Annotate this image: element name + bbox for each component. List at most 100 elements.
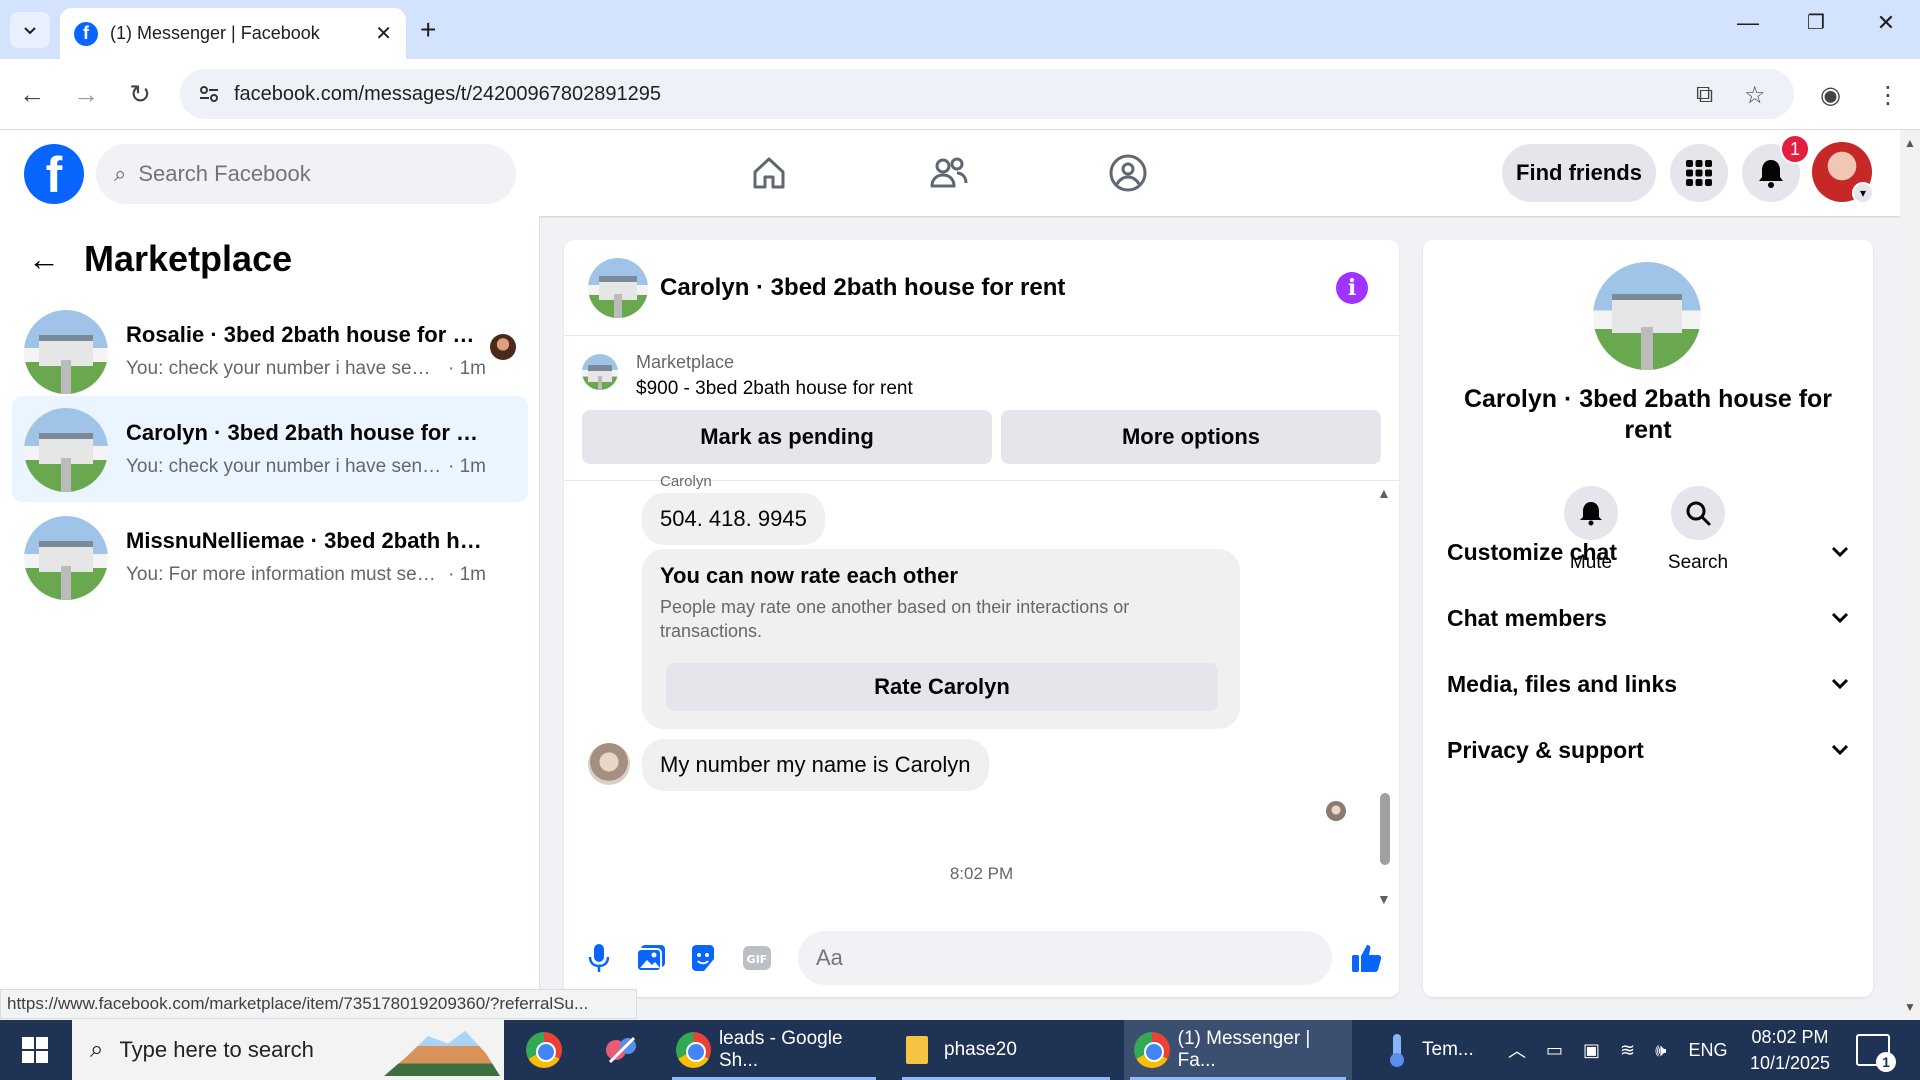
- listing-thumbnail[interactable]: [582, 354, 618, 390]
- media-files-links-section[interactable]: Media, files and links: [1447, 662, 1849, 706]
- home-icon: [753, 157, 785, 189]
- close-tab-icon[interactable]: ✕: [375, 21, 392, 46]
- language-indicator[interactable]: ENG: [1688, 1040, 1727, 1061]
- attach-photo-button[interactable]: [634, 941, 668, 975]
- chat-header: Carolyn · 3bed 2bath house for rent i: [564, 240, 1399, 336]
- section-label: Privacy & support: [1447, 736, 1644, 763]
- volume-icon[interactable]: 🕪: [1655, 1040, 1666, 1061]
- read-receipt-avatar: [1326, 801, 1346, 821]
- scroll-down-arrow-icon[interactable]: ▼: [1904, 1000, 1916, 1014]
- search-input[interactable]: [138, 161, 469, 187]
- sender-avatar: [588, 743, 630, 785]
- taskbar-chrome[interactable]: [516, 1020, 570, 1080]
- rate-user-button[interactable]: Rate Carolyn: [666, 663, 1218, 711]
- customize-chat-section[interactable]: Customize chat: [1447, 530, 1849, 574]
- tab-search-button[interactable]: [10, 12, 50, 48]
- reload-icon[interactable]: ↻: [122, 79, 158, 110]
- chat-title[interactable]: Carolyn · 3bed 2bath house for rent: [660, 274, 1065, 302]
- conversation-time: · 1m: [448, 564, 486, 585]
- chat-panel: Carolyn · 3bed 2bath house for rent i Ma…: [564, 240, 1399, 997]
- more-options-button[interactable]: More options: [1001, 410, 1381, 464]
- install-app-icon[interactable]: ⧉: [1696, 81, 1713, 109]
- marketplace-label: Marketplace: [636, 352, 735, 372]
- section-label: Chat members: [1447, 604, 1607, 631]
- scroll-down-arrow-icon[interactable]: ▼: [1377, 891, 1391, 907]
- menu-grid-button[interactable]: [1670, 144, 1728, 202]
- message-bubble: My number my name is Carolyn: [642, 739, 989, 791]
- conversation-list-panel: ← Marketplace Rosalie · 3bed 2bath house…: [0, 216, 540, 1018]
- like-button[interactable]: [1350, 941, 1384, 975]
- rate-title: You can now rate each other: [660, 563, 958, 588]
- chat-members-section[interactable]: Chat members: [1447, 596, 1849, 640]
- taskbar-weather[interactable]: Tem...: [1374, 1020, 1490, 1080]
- chevron-down-icon: [1831, 546, 1849, 558]
- taskbar-chrome-sheets[interactable]: leads - Google Sh...: [666, 1020, 882, 1080]
- notification-badge: 1: [1780, 134, 1810, 164]
- account-chevron-icon[interactable]: ▾: [1852, 182, 1874, 204]
- friends-nav-icon[interactable]: [924, 148, 974, 198]
- facebook-logo-icon[interactable]: f: [24, 144, 84, 204]
- forward-arrow-icon[interactable]: →: [68, 79, 104, 110]
- url-field[interactable]: facebook.com/messages/t/2420096780289129…: [180, 69, 1794, 119]
- facebook-header: f ⌕ Find friends: [0, 130, 1900, 216]
- battery-icon[interactable]: ▭: [1546, 1040, 1563, 1061]
- sticker-button[interactable]: [686, 941, 720, 975]
- search-icon: ⌕: [90, 1036, 104, 1063]
- profile-icon[interactable]: ◉: [1820, 81, 1841, 110]
- clock-date: 10/1/2025: [1749, 1053, 1831, 1073]
- tray-expand-icon[interactable]: ︿: [1508, 1037, 1526, 1063]
- message-timestamp: 8:02 PM: [949, 864, 1014, 883]
- groups-nav-icon[interactable]: [1103, 148, 1153, 198]
- conversation-item-active[interactable]: Carolyn · 3bed 2bath house for rent You:…: [12, 396, 528, 502]
- chevron-down-icon: [1831, 678, 1849, 690]
- action-center-button[interactable]: 1: [1856, 1034, 1896, 1072]
- listing-avatar[interactable]: [588, 258, 648, 318]
- sender-name: Carolyn: [660, 473, 712, 490]
- meet-now-icon[interactable]: ▣: [1583, 1040, 1600, 1061]
- taskbar-search[interactable]: ⌕ Type here to search: [72, 1020, 504, 1080]
- conversation-item[interactable]: MissnuNelliemae · 3bed 2bath house for r…: [12, 504, 528, 610]
- gif-button[interactable]: GIF: [740, 941, 774, 975]
- taskbar-app-pinned[interactable]: [592, 1020, 642, 1080]
- back-arrow-icon[interactable]: ←: [28, 241, 60, 278]
- find-friends-button[interactable]: Find friends: [1502, 144, 1656, 202]
- minimize-icon[interactable]: —: [1728, 10, 1768, 36]
- listing-avatar: [24, 516, 108, 600]
- home-nav-icon[interactable]: [744, 148, 794, 198]
- voice-clip-button[interactable]: [582, 941, 616, 975]
- bookmark-star-icon[interactable]: ☆: [1744, 81, 1766, 110]
- listing-title[interactable]: $900 - 3bed 2bath house for rent: [636, 378, 913, 400]
- search-icon: [1686, 501, 1711, 526]
- scroll-up-arrow-icon[interactable]: ▲: [1904, 136, 1916, 150]
- menu-kebab-icon[interactable]: ⋮: [1876, 81, 1900, 110]
- restore-icon[interactable]: ❐: [1796, 10, 1836, 35]
- taskbar-folder[interactable]: phase20: [896, 1020, 1116, 1080]
- bell-icon: [1580, 502, 1602, 526]
- windows-taskbar: ⌕ Type here to search leads - Google Sh.…: [0, 1020, 1920, 1080]
- search-icon: ⌕: [114, 161, 127, 186]
- browser-tab[interactable]: f (1) Messenger | Facebook ✕: [60, 8, 406, 59]
- scroll-up-arrow-icon[interactable]: ▲: [1377, 485, 1391, 501]
- wifi-icon[interactable]: ≋: [1620, 1040, 1635, 1061]
- message-input[interactable]: [816, 945, 1256, 971]
- message-input-wrapper[interactable]: ☺: [798, 931, 1332, 985]
- facebook-search[interactable]: ⌕: [96, 144, 516, 204]
- back-arrow-icon[interactable]: ←: [14, 79, 50, 110]
- scrollbar-thumb[interactable]: [1380, 793, 1390, 865]
- listing-avatar: [24, 408, 108, 492]
- taskbar-clock[interactable]: 08:02 PM 10/1/2025: [1740, 1024, 1840, 1076]
- info-icon[interactable]: i: [1336, 272, 1368, 304]
- close-window-icon[interactable]: ✕: [1866, 10, 1906, 36]
- taskbar-chrome-messenger[interactable]: (1) Messenger | Fa...: [1124, 1020, 1352, 1080]
- conversation-item[interactable]: Rosalie · 3bed 2bath house for rent You:…: [12, 298, 528, 404]
- new-tab-button[interactable]: +: [420, 14, 436, 46]
- chat-info-panel: Carolyn · 3bed 2bath house for rent Mute…: [1423, 240, 1873, 997]
- page-scrollbar[interactable]: ▲ ▼: [1900, 130, 1920, 1018]
- site-settings-icon[interactable]: [198, 83, 220, 105]
- privacy-support-section[interactable]: Privacy & support: [1447, 728, 1849, 772]
- mark-as-pending-button[interactable]: Mark as pending: [582, 410, 992, 464]
- gif-label: GIF: [747, 953, 768, 966]
- start-button[interactable]: [0, 1020, 70, 1080]
- clock-time: 08:02 PM: [1751, 1027, 1829, 1047]
- chevron-down-icon: [1831, 612, 1849, 624]
